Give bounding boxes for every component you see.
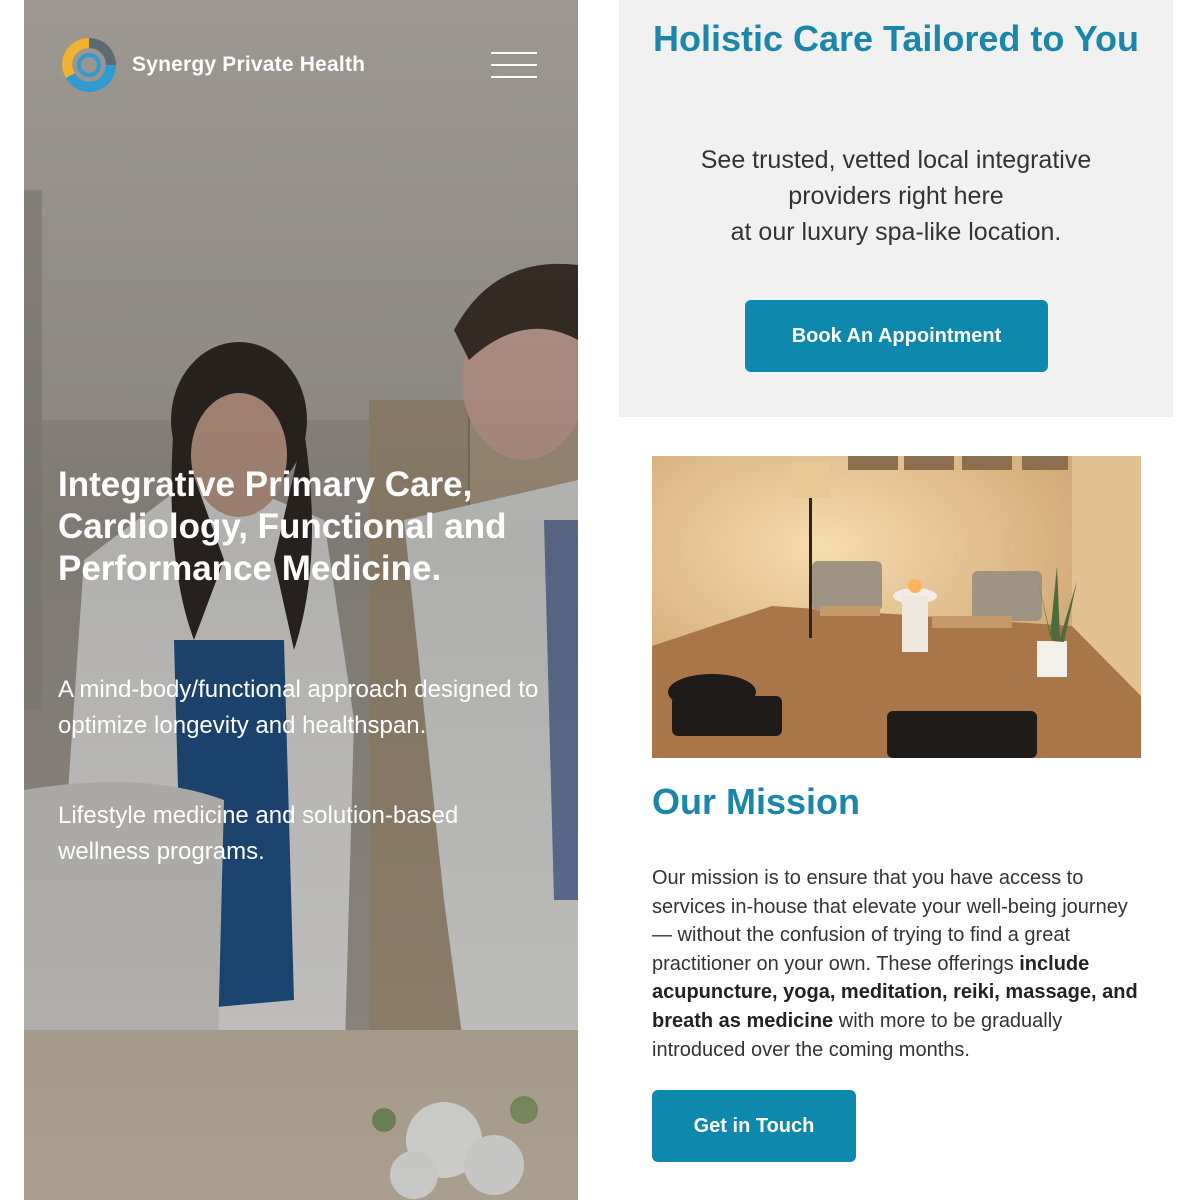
hero-subtitle-secondary: Lifestyle medicine and solution-based we… bbox=[58, 802, 459, 865]
brand-logo[interactable]: Synergy Private Health bbox=[56, 32, 365, 98]
get-in-touch-button[interactable]: Get in Touch bbox=[652, 1090, 856, 1162]
hero-title: Integrative Primary Care, Cardiology, Fu… bbox=[58, 465, 507, 588]
hero-screen: Synergy Private Health Integrative Prima… bbox=[24, 0, 578, 1200]
section-description-line: See trusted, vetted local integrative pr… bbox=[700, 146, 1092, 210]
content-screen: Holistic Care Tailored to You See truste… bbox=[619, 0, 1173, 1200]
page: Synergy Private Health Integrative Prima… bbox=[0, 0, 1200, 1200]
section-description: See trusted, vetted local integrative pr… bbox=[649, 142, 1143, 250]
hamburger-menu-icon[interactable] bbox=[491, 52, 537, 78]
mission-text: Our mission is to ensure that you have a… bbox=[652, 864, 1142, 1064]
wellness-room-photo bbox=[652, 456, 1141, 758]
section-description-line: at our luxury spa-like location. bbox=[730, 218, 1062, 246]
synergy-swirl-logo-icon bbox=[62, 38, 116, 92]
hero-subtitle: A mind-body/functional approach designed… bbox=[58, 676, 539, 739]
hero-overlay bbox=[24, 0, 578, 1200]
mission-title: Our Mission bbox=[652, 781, 861, 822]
brand-name: Synergy Private Health bbox=[132, 53, 366, 76]
holistic-care-section: Holistic Care Tailored to You See truste… bbox=[619, 0, 1173, 417]
section-title: Holistic Care Tailored to You bbox=[652, 18, 1140, 59]
book-appointment-button[interactable]: Book An Appointment bbox=[745, 300, 1048, 372]
